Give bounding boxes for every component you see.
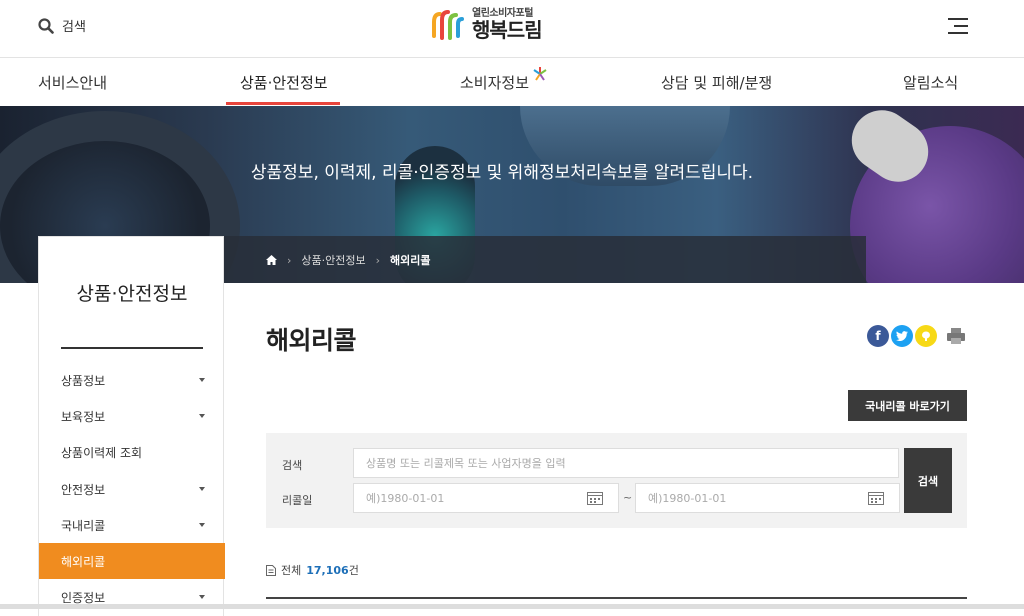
- side-nav-item-childcare-info[interactable]: 보육정보: [39, 398, 225, 434]
- result-count: 전체 17,106건: [266, 562, 359, 578]
- gnb-service-guide[interactable]: 서비스안내: [38, 72, 107, 93]
- gnb-product-safety[interactable]: 상품·안전정보: [240, 72, 328, 93]
- caret-down-icon: [199, 414, 205, 418]
- gnb-consumer-info-label: 소비자정보: [460, 74, 530, 92]
- logo-mark-icon: [432, 10, 464, 40]
- side-nav-item-product-info[interactable]: 상품정보: [39, 362, 225, 398]
- hamburger-menu-button[interactable]: [948, 17, 968, 35]
- side-nav-item-product-trace[interactable]: 상품이력제 조회: [39, 434, 225, 470]
- side-nav-title: 상품·안전정보: [76, 283, 188, 305]
- date-to-input[interactable]: [635, 483, 900, 513]
- side-nav-divider: [61, 347, 203, 349]
- caret-down-icon: [199, 378, 205, 382]
- side-nav-item-label: 보육정보: [61, 409, 106, 424]
- gnb-counsel-dispute[interactable]: 상담 및 피해/분쟁: [661, 72, 772, 93]
- header-search-label: 검색: [62, 20, 86, 35]
- share-buttons: f: [867, 325, 967, 347]
- keyword-input[interactable]: [353, 448, 899, 478]
- side-nav-item-label: 상품정보: [61, 373, 106, 388]
- print-icon[interactable]: [945, 325, 967, 347]
- gnb-notice[interactable]: 알림소식: [903, 72, 958, 93]
- date-from-input[interactable]: [353, 483, 619, 513]
- side-navigation: 상품·안전정보 상품정보 보육정보 상품이력제 조회 안전정보 국내리콜 해외리…: [38, 236, 225, 616]
- hero-slogan: 상품정보, 이력제, 리콜·인증정보 및 위해정보처리속보를 알려드립니다.: [250, 163, 754, 183]
- result-count-prefix: 전체: [281, 564, 302, 577]
- logo-title: 행복드림: [472, 17, 543, 42]
- calendar-icon[interactable]: [587, 491, 603, 505]
- main-navigation: 서비스안내 상품·안전정보 소비자정보 상담 및 피해/분쟁 알림소식: [0, 59, 1024, 106]
- side-nav-item-domestic-recall[interactable]: 국내리콜: [39, 507, 225, 543]
- caret-down-icon: [199, 523, 205, 527]
- chevron-right-icon: ›: [287, 253, 292, 267]
- breadcrumb: › 상품·안전정보 › 해외리콜: [266, 252, 431, 268]
- caret-down-icon: [199, 595, 205, 599]
- sparkle-icon: [533, 67, 547, 81]
- domestic-recall-link-button[interactable]: 국내리콜 바로가기: [848, 390, 967, 421]
- date-range-separator: ~: [623, 491, 633, 504]
- side-nav-item-safety-info[interactable]: 안전정보: [39, 471, 225, 507]
- header-search-button[interactable]: 검색: [38, 16, 86, 35]
- search-submit-button[interactable]: 검색: [904, 448, 952, 513]
- page-title: 해외리콜: [266, 326, 357, 355]
- calendar-icon[interactable]: [868, 491, 884, 505]
- site-logo[interactable]: 열린소비자포털 행복드림: [430, 6, 543, 42]
- breadcrumb-current: 해외리콜: [390, 254, 431, 267]
- hamburger-line: [948, 18, 968, 20]
- side-nav-item-label: 해외리콜: [61, 554, 106, 569]
- search-icon: [38, 17, 54, 34]
- result-count-number: 17,106: [306, 564, 349, 577]
- home-icon[interactable]: [266, 255, 277, 265]
- logo-subtitle: 열린소비자포털: [472, 7, 533, 19]
- chevron-right-icon: ›: [375, 253, 381, 267]
- facebook-share-icon[interactable]: f: [867, 325, 889, 347]
- bottom-edge: [0, 604, 1024, 609]
- search-panel: 검색 리콜일 ~ 검색: [266, 433, 967, 528]
- side-nav-item-certification-info[interactable]: 인증정보: [39, 579, 225, 615]
- side-nav-item-overseas-recall[interactable]: 해외리콜: [39, 543, 225, 579]
- keyword-label: 검색: [282, 459, 303, 472]
- gnb-consumer-info[interactable]: 소비자정보: [460, 67, 547, 93]
- hamburger-line: [954, 25, 968, 27]
- kakao-share-icon[interactable]: [915, 325, 937, 347]
- result-count-suffix: 건: [348, 564, 359, 577]
- side-nav-item-label: 안전정보: [61, 482, 106, 497]
- side-nav-item-label: 국내리콜: [61, 518, 106, 533]
- side-nav-item-label: 상품이력제 조회: [61, 445, 143, 460]
- results-table-top-border: [266, 597, 967, 599]
- caret-down-icon: [199, 487, 205, 491]
- gnb-active-indicator: [226, 102, 340, 105]
- side-nav-item-label: 인증정보: [61, 590, 106, 605]
- twitter-share-icon[interactable]: [891, 325, 913, 347]
- recall-date-label: 리콜일: [282, 494, 313, 507]
- hamburger-line: [948, 32, 968, 34]
- document-icon: [266, 564, 276, 576]
- breadcrumb-item[interactable]: 상품·안전정보: [301, 252, 365, 268]
- top-bar: 검색 열린소비자포털 행복드림: [0, 0, 1024, 58]
